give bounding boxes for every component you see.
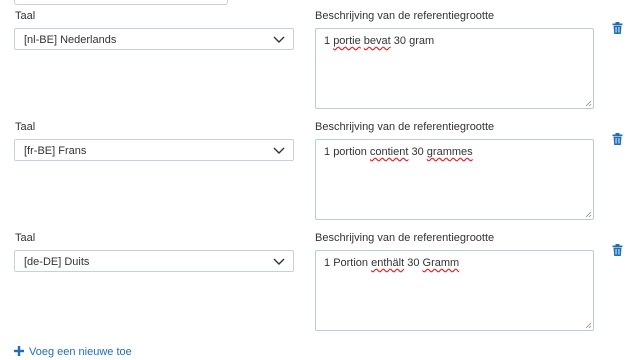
description-word: 1 [324,146,331,158]
chevron-down-icon [273,36,285,43]
description-text: 1 Portion enthält 30 Gramm [324,257,459,269]
resize-grip-icon[interactable] [585,322,592,329]
chevron-down-icon [273,258,285,265]
description-text: 1 portie bevat 30 gram [324,35,434,47]
description-text: 1 portion contient 30 grammes [324,146,473,158]
spellcheck-word: grammes [426,146,473,158]
language-label: Taal [15,232,36,244]
description-word: portion [333,146,367,158]
description-label: Beschrijving van de referentiegrootte [315,121,495,133]
language-select-value: [de-DE] Duits [24,256,90,268]
spellcheck-word: enthält [371,257,405,269]
translation-row: Taal Beschrijving van de referentiegroot… [0,10,640,121]
description-word: 30 [393,35,407,47]
language-select-value: [nl-BE] Nederlands [24,34,117,46]
translation-row: Taal Beschrijving van de referentiegroot… [0,232,640,343]
description-word: gram [409,35,435,47]
add-new-label: Voeg een nieuwe toe [29,346,132,358]
resize-grip-icon[interactable] [585,211,592,218]
spellcheck-word: portie [333,35,361,47]
language-select[interactable]: [de-DE] Duits [14,250,294,272]
spellcheck-word: contient [369,146,409,158]
description-word: 1 [324,35,331,47]
chevron-down-icon [273,147,285,154]
language-label: Taal [15,10,36,22]
description-word: 30 [407,257,420,269]
description-textarea[interactable]: 1 portie bevat 30 gram [315,28,594,109]
language-label: Taal [15,121,36,133]
description-label: Beschrijving van de referentiegrootte [315,10,495,22]
trash-icon[interactable] [612,133,623,145]
language-select[interactable]: [fr-BE] Frans [14,139,294,161]
language-select-value: [fr-BE] Frans [24,145,87,157]
trash-icon[interactable] [612,22,623,34]
spellcheck-word: Gramm [422,257,460,269]
add-new-link[interactable]: Voeg een nieuwe toe [14,346,132,358]
description-textarea[interactable]: 1 Portion enthält 30 Gramm [315,250,594,331]
plus-icon [14,346,24,356]
translation-row: Taal Beschrijving van de referentiegroot… [0,121,640,232]
description-label: Beschrijving van de referentiegrootte [315,232,495,244]
spellcheck-word: bevat [363,35,391,47]
language-select[interactable]: [nl-BE] Nederlands [14,28,294,50]
previous-input-field[interactable] [14,0,228,5]
description-word: Portion [333,257,369,269]
trash-icon[interactable] [612,244,623,256]
description-word: 1 [324,257,331,269]
resize-grip-icon[interactable] [585,100,592,107]
description-word: 30 [411,146,424,158]
description-textarea[interactable]: 1 portion contient 30 grammes [315,139,594,220]
